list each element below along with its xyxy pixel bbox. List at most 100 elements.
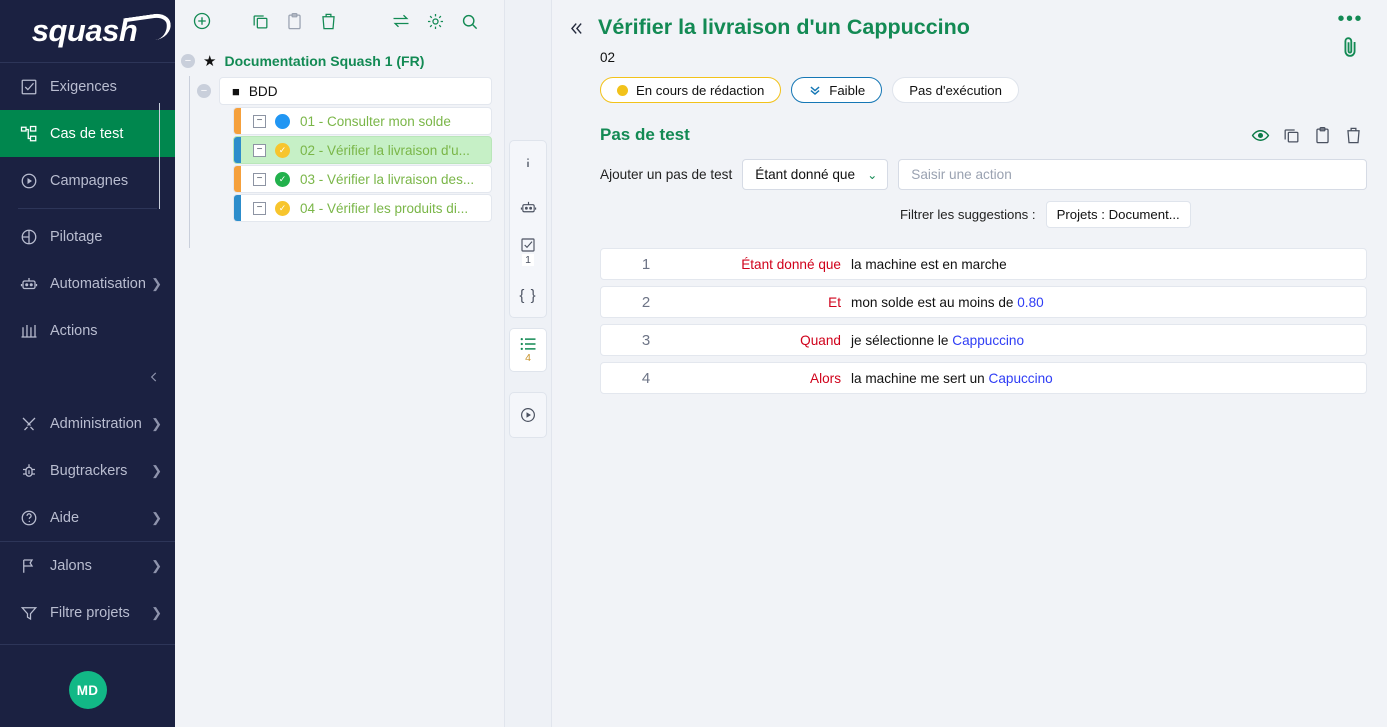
sidebar-item-aide[interactable]: Aide ❯ [0,494,175,541]
action-input-placeholder: Saisir une action [911,167,1012,182]
step-number: 4 [601,370,691,387]
sidebar-item-label: Bugtrackers [50,463,127,479]
avatar[interactable]: MD [69,671,107,709]
tree-folder-row[interactable]: − ■ BDD [175,76,504,106]
status-icon [275,114,290,129]
add-step-label: Ajouter un pas de test [600,167,732,182]
detail-tabs-rail: 1 { } 4 [505,0,552,727]
sidebar-divider-1 [18,208,157,209]
flag-icon [20,557,50,575]
step-text-plain: mon solde est au moins de [851,295,1017,310]
folder-icon: ■ [232,84,240,99]
pie-chart-icon [20,228,50,246]
chevron-left-icon [147,370,161,384]
tree-node-02[interactable]: − ✓ 02 - Vérifier la livraison d'u... [233,136,492,164]
step-text: mon solde est au moins de 0.80 [841,295,1044,310]
step-keyword: Quand [691,333,841,348]
collapse-tree-button[interactable] [552,12,598,37]
add-icon[interactable] [185,4,219,38]
user-avatar-row[interactable]: MD [0,653,175,727]
paperclip-icon[interactable] [1339,34,1361,65]
sidebar-item-automatisation[interactable]: Automatisation ❯ [0,260,175,307]
settings-icon[interactable] [418,4,452,38]
chevron-right-icon: ❯ [151,416,162,432]
sidebar-item-bugtrackers[interactable]: Bugtrackers ❯ [0,447,175,494]
sidebar-item-jalons[interactable]: Jalons ❯ [0,542,175,589]
action-input[interactable]: Saisir une action [898,159,1367,190]
delete-icon[interactable] [1344,126,1363,145]
importance-label: Faible [829,83,865,98]
step-keyword: Et [691,295,841,310]
delete-icon[interactable] [311,4,345,38]
importance-badge[interactable]: Faible [791,77,882,103]
rail-group-primary: 1 { } [509,140,547,318]
table-row[interactable]: 3 Quand je sélectionne le Cappuccino [600,324,1367,356]
bug-icon [20,462,50,480]
ellipsis-icon[interactable]: ••• [1337,14,1363,24]
coverage-checkbox-icon[interactable]: 1 [509,229,547,273]
node-expander-icon[interactable]: − [253,202,266,215]
sidebar-item-label: Filtre projets [50,605,130,621]
execution-status-badge[interactable]: Pas d'exécution [892,77,1019,103]
tree-node-01[interactable]: − 01 - Consulter mon solde [233,107,492,135]
sidebar-item-campagnes[interactable]: Campagnes [0,157,175,204]
sidebar-item-label: Automatisation [50,276,146,292]
paste-icon[interactable] [277,4,311,38]
tree-root-row[interactable]: − ★ Documentation Squash 1 (FR) [175,46,504,76]
status-chips: En cours de rédaction Faible Pas d'exécu… [552,77,1387,103]
node-color-bar [234,108,241,134]
keyword-select[interactable]: Étant donné que ⌄ [742,159,888,190]
search-icon[interactable] [452,4,486,38]
collapse-toggle-icon[interactable]: − [181,54,195,68]
node-expander-icon[interactable]: − [253,115,266,128]
executions-play-icon[interactable] [509,393,547,437]
star-icon: ★ [203,52,216,70]
test-case-tree-icon [20,125,50,143]
tree-node-04[interactable]: − ✓ 04 - Vérifier les produits di... [233,194,492,222]
step-text-plain: je sélectionne le [851,333,952,348]
transfer-icon[interactable] [384,4,418,38]
sidebar-item-actions[interactable]: Actions [0,307,175,354]
chevron-right-icon: ❯ [151,558,162,574]
test-case-header: Vérifier la livraison d'un Cappuccino [552,0,1387,40]
table-row[interactable]: 4 Alors la machine me sert un Capuccino [600,362,1367,394]
copy-icon[interactable] [243,4,277,38]
status-badge[interactable]: En cours de rédaction [600,77,781,103]
parameters-braces-icon[interactable]: { } [509,273,547,317]
status-icon: ✓ [275,172,290,187]
sidebar-item-administration[interactable]: Administration ❯ [0,400,175,447]
sidebar-item-cas-de-test[interactable]: Cas de test [0,110,175,157]
table-row[interactable]: 1 Étant donné que la machine est en marc… [600,248,1367,280]
suggestion-filter-chip[interactable]: Projets : Document... [1046,201,1191,228]
node-expander-icon[interactable]: − [253,173,266,186]
logo-swoosh-icon [124,12,173,44]
question-circle-icon [20,509,50,527]
sidebar-item-pilotage[interactable]: Pilotage [0,213,175,260]
sidebar-item-exigences[interactable]: Exigences [0,63,175,110]
automation-robot-icon[interactable] [509,185,547,229]
step-text-plain: la machine me sert un [851,371,989,386]
test-steps-list-icon[interactable]: 4 [509,328,547,372]
sidebar-item-label: Cas de test [50,126,123,142]
step-param: 0.80 [1017,295,1043,310]
tree-node-label: 02 - Vérifier la livraison d'u... [300,143,470,158]
information-icon[interactable] [509,141,547,185]
preview-eye-icon[interactable] [1251,126,1270,145]
collapse-toggle-icon[interactable]: − [197,84,211,98]
node-color-bar [234,195,241,221]
sidebar-item-filtre-projets[interactable]: Filtre projets ❯ [0,589,175,636]
paste-icon[interactable] [1313,126,1332,145]
funnel-icon [20,604,50,622]
app-logo[interactable]: squash [0,0,175,63]
table-row[interactable]: 2 Et mon solde est au moins de 0.80 [600,286,1367,318]
sidebar-collapse-button[interactable] [0,354,175,400]
tree-node-03[interactable]: − ✓ 03 - Vérifier la livraison des... [233,165,492,193]
sidebar-item-label: Pilotage [50,229,102,245]
node-expander-icon[interactable]: − [253,144,266,157]
execution-status-label: Pas d'exécution [909,83,1002,98]
tree-folder-node[interactable]: ■ BDD [219,77,492,105]
copy-icon[interactable] [1282,126,1301,145]
keyword-select-value: Étant donné que [755,167,855,182]
step-text-plain: la machine est en marche [851,257,1007,272]
rail-group-executions [509,392,547,438]
